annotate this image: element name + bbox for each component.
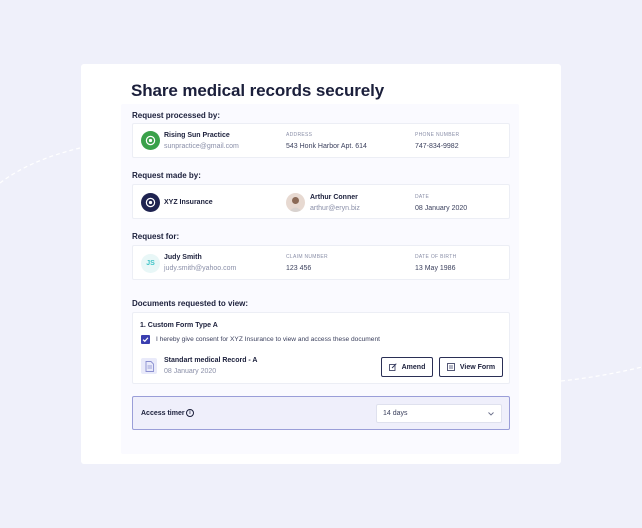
made-by-label: Request made by: (132, 171, 201, 180)
consent-checkbox[interactable] (141, 335, 150, 344)
request-for-box: JS Judy Smith judy.smith@yahoo.com CLAIM… (132, 245, 510, 280)
form-icon (446, 363, 455, 371)
patient-avatar: JS (141, 254, 160, 273)
made-by-box: XYZ Insurance Arthur Conner arthur@eryn.… (132, 184, 510, 219)
dob-caption: DATE OF BIRTH (415, 254, 457, 260)
processor-email: sunpractice@gmail.com (164, 143, 239, 150)
claim-value: 123 456 (286, 265, 312, 272)
documents-box: 1. Custom Form Type A I hereby give cons… (132, 312, 510, 384)
aperture-icon (145, 135, 156, 146)
xyz-insurance-logo (141, 193, 160, 212)
requester-email: arthur@eryn.biz (310, 205, 360, 212)
phone-value: 747-834-9982 (415, 143, 459, 150)
access-timer-bar: Access timer i 14 days (132, 396, 510, 430)
view-form-label: View Form (459, 363, 496, 371)
documents-label: Documents requested to view: (132, 299, 249, 308)
aperture-icon (145, 197, 156, 208)
document-icon (145, 360, 154, 372)
record-name: Standart medical Record - A (164, 357, 258, 364)
view-form-button[interactable]: View Form (439, 357, 503, 377)
patient-name: Judy Smith (164, 254, 202, 261)
consent-text: I hereby give consent for XYZ Insurance … (156, 336, 380, 343)
address-caption: ADDRESS (286, 132, 313, 138)
edit-icon (388, 363, 397, 371)
amend-button[interactable]: Amend (381, 357, 433, 377)
dob-value: 13 May 1986 (415, 265, 456, 272)
chevron-down-icon (488, 412, 494, 416)
processed-by-label: Request processed by: (132, 111, 221, 120)
amend-label: Amend (401, 363, 426, 371)
document-file-icon (141, 358, 157, 374)
request-for-label: Request for: (132, 232, 180, 241)
access-timer-select[interactable]: 14 days (376, 404, 502, 423)
avatar (286, 193, 305, 212)
access-timer-label: Access timer (141, 410, 185, 417)
form-title: 1. Custom Form Type A (140, 322, 218, 329)
access-timer-value: 14 days (383, 410, 408, 417)
person-photo-icon (289, 197, 302, 212)
processor-name: Rising Sun Practice (164, 132, 230, 139)
check-icon (142, 337, 149, 343)
address-value: 543 Honk Harbor Apt. 614 (286, 143, 367, 150)
share-records-card: Share medical records securely Request p… (81, 64, 561, 464)
date-caption: DATE (415, 194, 430, 200)
record-date: 08 January 2020 (164, 368, 217, 375)
patient-initials: JS (146, 260, 155, 267)
page-title: Share medical records securely (131, 81, 385, 100)
requester-name: Arthur Conner (310, 194, 358, 201)
date-value: 08 January 2020 (415, 205, 468, 212)
insurer-name: XYZ Insurance (164, 199, 213, 206)
info-icon[interactable]: i (186, 409, 194, 417)
phone-caption: PHONE NUMBER (415, 132, 460, 138)
patient-email: judy.smith@yahoo.com (164, 265, 237, 272)
rising-sun-logo (141, 131, 160, 150)
claim-caption: CLAIM NUMBER (286, 254, 328, 260)
processed-by-box: Rising Sun Practice sunpractice@gmail.co… (132, 123, 510, 158)
